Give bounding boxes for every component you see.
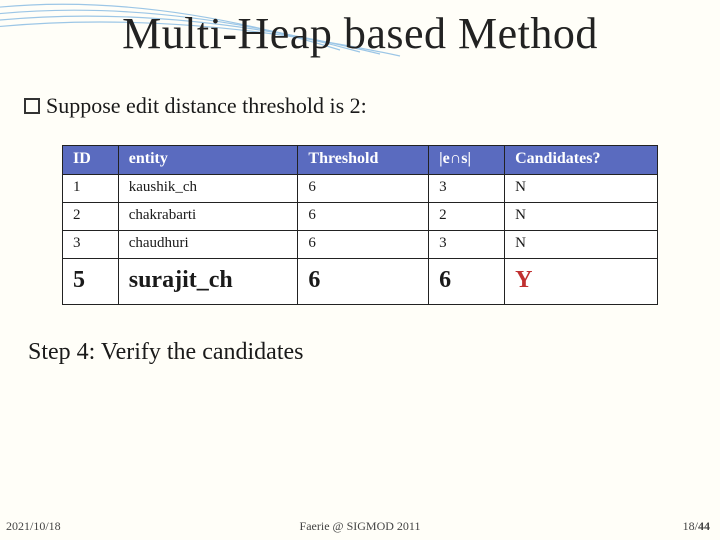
cell-entity: chaudhuri: [118, 231, 298, 259]
footer-venue: Faerie @ SIGMOD 2011: [300, 519, 421, 534]
cell-entity: kaushik_ch: [118, 175, 298, 203]
cell-threshold: 6: [298, 231, 429, 259]
page-total: 44: [698, 519, 710, 533]
page-current: 18/: [683, 519, 698, 533]
cell-cand: N: [505, 231, 658, 259]
cell-threshold: 6: [298, 259, 429, 305]
table-header-row: ID entity Threshold |e∩s| Candidates?: [63, 146, 658, 175]
cell-es: 3: [429, 231, 505, 259]
col-es: |e∩s|: [429, 146, 505, 175]
cell-id: 2: [63, 203, 119, 231]
cell-threshold: 6: [298, 203, 429, 231]
step-text: Step 4: Verify the candidates: [28, 339, 692, 366]
col-entity: entity: [118, 146, 298, 175]
cell-entity: surajit_ch: [118, 259, 298, 305]
cell-cand: Y: [505, 259, 658, 305]
slide-footer: 2021/10/18 Faerie @ SIGMOD 2011 18/44: [0, 519, 720, 534]
cell-cand: N: [505, 175, 658, 203]
cell-es: 6: [429, 259, 505, 305]
square-bullet-icon: [24, 98, 40, 114]
table-row: 3chaudhuri63N: [63, 231, 658, 259]
cell-id: 1: [63, 175, 119, 203]
slide-title: Multi-Heap based Method: [0, 0, 720, 65]
cell-threshold: 6: [298, 175, 429, 203]
cell-entity: chakrabarti: [118, 203, 298, 231]
col-candidates: Candidates?: [505, 146, 658, 175]
cell-es: 3: [429, 175, 505, 203]
cell-cand: N: [505, 203, 658, 231]
table-row: 5surajit_ch66Y: [63, 259, 658, 305]
bullet-text: Suppose edit distance threshold is 2:: [46, 93, 367, 119]
entity-table: ID entity Threshold |e∩s| Candidates? 1k…: [62, 145, 658, 305]
bullet-suppose: Suppose edit distance threshold is 2:: [24, 93, 696, 119]
col-threshold: Threshold: [298, 146, 429, 175]
cell-es: 2: [429, 203, 505, 231]
footer-page: 18/44: [683, 519, 710, 534]
cell-id: 3: [63, 231, 119, 259]
cell-id: 5: [63, 259, 119, 305]
table-row: 2chakrabarti62N: [63, 203, 658, 231]
table-row: 1kaushik_ch63N: [63, 175, 658, 203]
footer-date: 2021/10/18: [6, 519, 61, 534]
col-id: ID: [63, 146, 119, 175]
